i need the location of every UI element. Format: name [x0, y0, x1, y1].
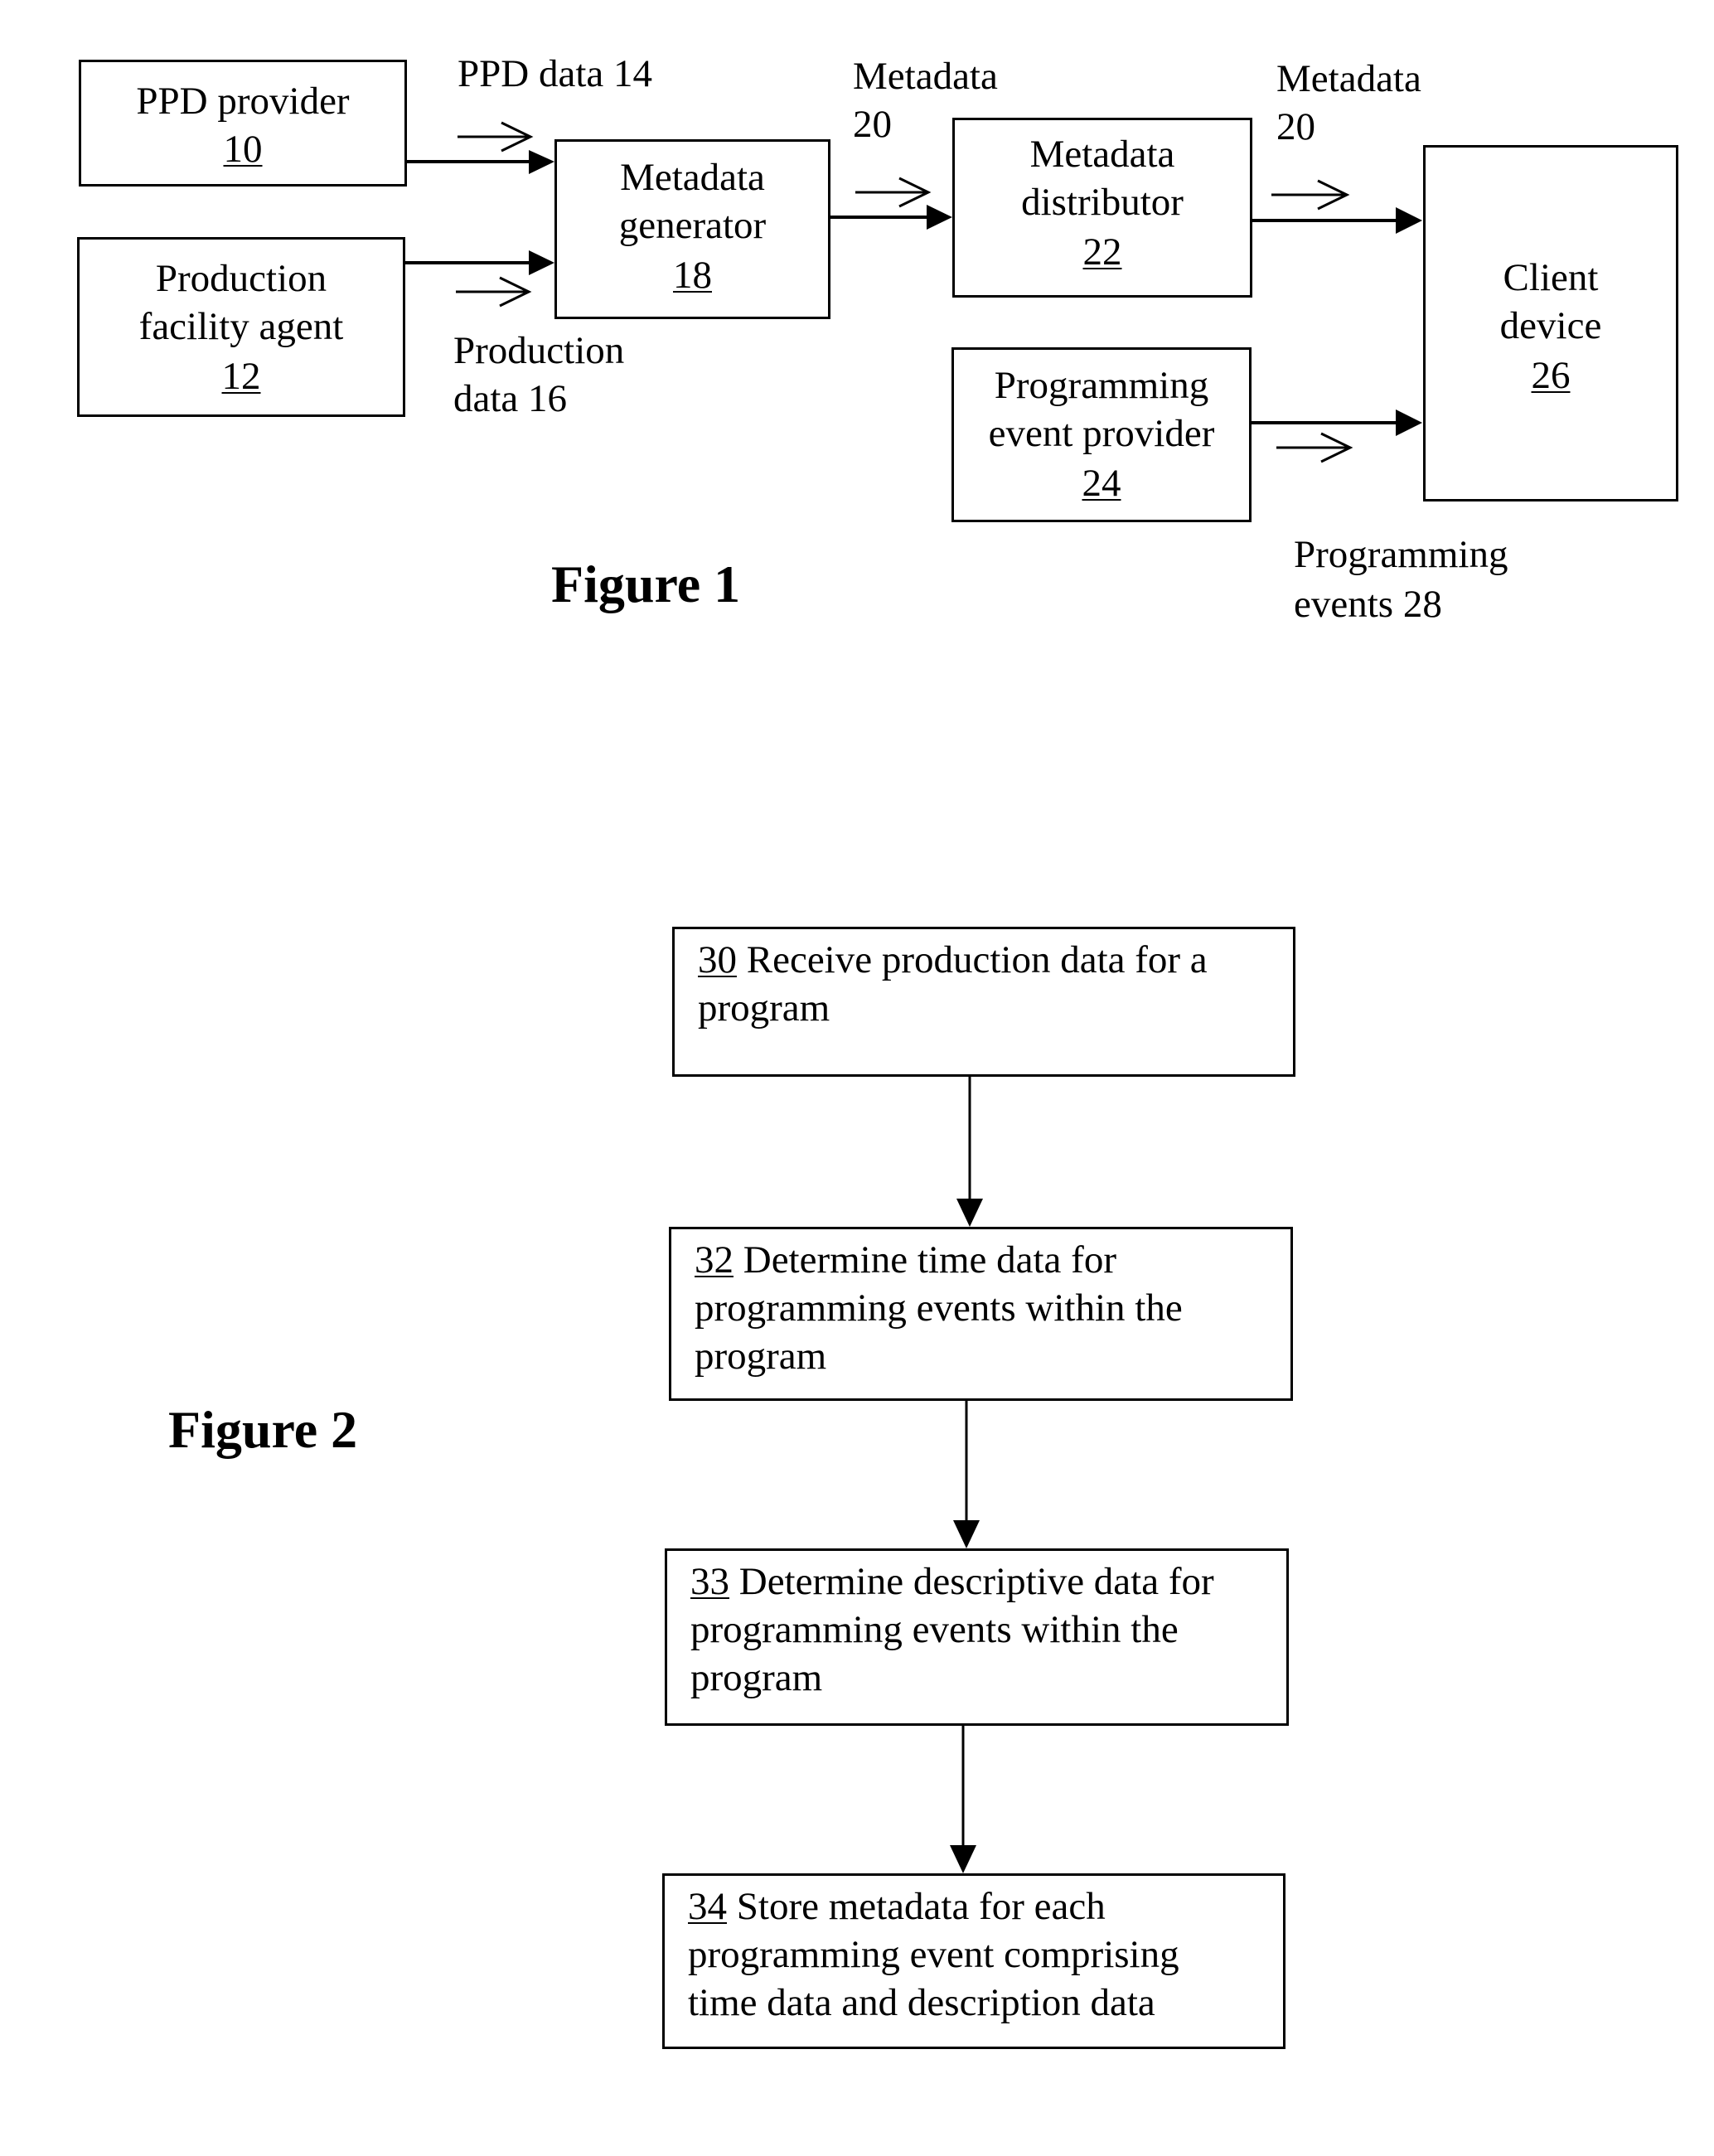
step-line-1: 30 Receive production data for a [698, 936, 1281, 984]
step-ref-number: 34 [688, 1885, 727, 1928]
label-production-data-line2: data 16 [453, 377, 568, 420]
block-label-line2: distributor [1021, 181, 1184, 224]
block-ref-number: 26 [1531, 354, 1571, 397]
block-label: PPD provider [136, 80, 350, 123]
label-metadata-b-line1: Metadata [1276, 57, 1421, 100]
step-text: Receive production data for a [746, 938, 1208, 981]
block-ref-number: 24 [1082, 462, 1121, 505]
block-ref-number: 18 [673, 254, 712, 297]
step-line-2: programming events within the [690, 1608, 1179, 1651]
step-line-2: program [698, 986, 830, 1030]
flow-arrow-programming-events [1276, 432, 1353, 463]
step-ref-number: 30 [698, 938, 737, 981]
step-line-2: programming events within the [695, 1286, 1183, 1330]
step-ref-number: 32 [695, 1238, 734, 1281]
step-line-3: program [690, 1656, 823, 1699]
flow-step-34: 34 Store metadata for each programming e… [662, 1873, 1286, 2049]
block-ref-number: 10 [223, 128, 263, 171]
flow-step-33: 33 Determine descriptive data for progra… [665, 1548, 1289, 1726]
flow-connector-32-to-33 [953, 1401, 980, 1548]
label-ppd-data: PPD data 14 [458, 52, 652, 95]
block-label-line2: device [1499, 304, 1602, 347]
block-label-line1: Client [1503, 256, 1599, 299]
step-text: Store metadata for each [736, 1885, 1106, 1928]
step-ref-number: 33 [690, 1560, 729, 1603]
connector-ppd-to-generator [406, 150, 554, 174]
flow-arrow-production-data [456, 276, 532, 308]
connector-distributor-to-client [1252, 207, 1422, 234]
figure-1-caption: Figure 1 [551, 555, 741, 613]
connector-production-to-generator [404, 250, 554, 275]
step-line-3: program [695, 1335, 827, 1378]
label-metadata-a-line2: 20 [853, 103, 892, 146]
block-metadata-distributor: Metadata distributor 22 [952, 118, 1252, 298]
label-programming-events-line2: events 28 [1294, 583, 1442, 626]
connector-generator-to-distributor [830, 205, 952, 230]
block-label-line1: Programming [994, 364, 1209, 407]
block-label-line1: Metadata [1029, 133, 1175, 176]
flow-connector-33-to-34 [950, 1726, 976, 1873]
label-programming-events-line1: Programming [1294, 533, 1508, 576]
block-client-device: Client device 26 [1423, 145, 1678, 501]
step-line-1: 33 Determine descriptive data for [690, 1558, 1275, 1606]
label-metadata-a-line1: Metadata [853, 55, 998, 98]
label-production-data-line1: Production [453, 329, 625, 372]
block-label-line2: event provider [988, 412, 1215, 455]
connector-event-provider-to-client [1252, 409, 1422, 436]
step-text: Determine time data for [743, 1238, 1116, 1281]
block-ppd-provider: PPD provider 10 [79, 60, 407, 187]
flow-step-30: 30 Receive production data for a program [672, 927, 1295, 1077]
flow-step-32: 32 Determine time data for programming e… [669, 1227, 1293, 1401]
block-label-line1: Production [155, 257, 327, 300]
step-text: Determine descriptive data for [738, 1560, 1214, 1603]
step-line-1: 34 Store metadata for each [688, 1882, 1271, 1931]
block-ref-number: 22 [1082, 230, 1122, 274]
figure-2-caption: Figure 2 [168, 1400, 358, 1459]
block-label-line2: facility agent [138, 305, 344, 348]
step-line-3: time data and description data [688, 1981, 1155, 2024]
flow-arrow-ppd-data [458, 121, 534, 153]
label-metadata-b-line2: 20 [1276, 105, 1315, 148]
block-programming-event-provider: Programming event provider 24 [951, 347, 1252, 522]
block-production-facility-agent: Production facility agent 12 [77, 237, 405, 417]
step-line-2: programming event comprising [688, 1933, 1179, 1976]
block-label-line2: generator [618, 204, 767, 247]
block-metadata-generator: Metadata generator 18 [554, 139, 830, 319]
flow-arrow-metadata-a [855, 177, 932, 208]
block-label-line1: Metadata [620, 156, 765, 199]
block-ref-number: 12 [221, 355, 261, 398]
step-line-1: 32 Determine time data for [695, 1236, 1279, 1284]
flow-arrow-metadata-b [1271, 179, 1350, 211]
flow-connector-30-to-32 [956, 1077, 983, 1227]
